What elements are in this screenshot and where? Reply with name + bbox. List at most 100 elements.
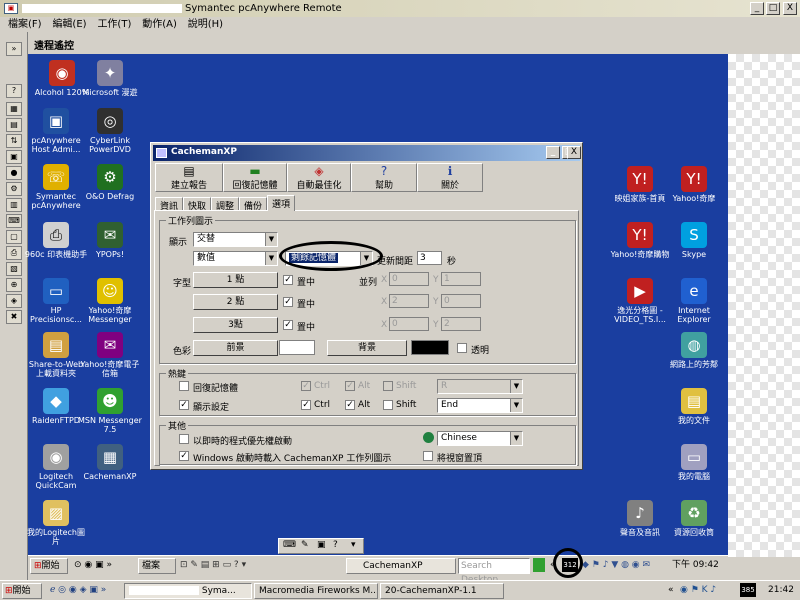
- remote-start-button[interactable]: ⊞開始: [30, 558, 68, 574]
- screen-icon[interactable]: ▣: [6, 150, 22, 164]
- center-1-checkbox[interactable]: ✓: [283, 275, 293, 285]
- desktop-icon-network[interactable]: ◍ 網路上的芳鄰: [662, 332, 726, 369]
- session-icon[interactable]: ▦: [6, 102, 22, 116]
- toolbar-auto-optimize-button[interactable]: ◈ 自動最佳化: [287, 163, 351, 192]
- keyboard-icon[interactable]: ⌨: [283, 540, 296, 550]
- settings-icon[interactable]: ⚙: [6, 182, 22, 196]
- font-3-button[interactable]: 3點: [193, 317, 278, 333]
- y-spinner-3[interactable]: 2: [441, 317, 481, 331]
- zoom-icon[interactable]: ⊕: [6, 278, 22, 292]
- foreground-swatch[interactable]: [279, 340, 315, 355]
- chevron-down-icon[interactable]: ▾: [351, 540, 356, 550]
- menu-actions[interactable]: 動作(A): [142, 17, 177, 32]
- toolbar-recover-memory-button[interactable]: ▬ 回復記憶體: [223, 163, 287, 192]
- toolbar-icons[interactable]: ⊡ ✎ ▤ ⊞ ▭ ? ▾: [180, 558, 246, 574]
- desktop-icon-ms-agent[interactable]: ✦ Microsoft 漫遊: [78, 60, 142, 97]
- font-2-button[interactable]: 2 點: [193, 294, 278, 310]
- realtime-priority-checkbox[interactable]: [179, 434, 189, 444]
- end-session-icon[interactable]: ✖: [6, 310, 22, 324]
- hotkey-1-ctrl-checkbox[interactable]: ✓: [301, 381, 311, 391]
- local-task-pcanywhere[interactable]: Syma...: [124, 583, 252, 599]
- startup-load-checkbox[interactable]: ✓: [179, 451, 189, 461]
- close-button[interactable]: X: [783, 2, 797, 15]
- show-settings-hotkey-checkbox[interactable]: ✓: [179, 400, 189, 410]
- y-spinner-2[interactable]: 0: [441, 294, 481, 308]
- local-task-folder[interactable]: 20-CachemanXP-1.1: [380, 583, 504, 599]
- search-desktop-input[interactable]: Search Desktop: [458, 558, 530, 585]
- desktop-icon-ypops[interactable]: ✉ YPOPs!: [78, 222, 142, 259]
- number-type-select[interactable]: 數值 ▼: [193, 251, 278, 266]
- recover-memory-hotkey-checkbox[interactable]: [179, 381, 189, 391]
- toolbar-about-button[interactable]: ℹ 關於: [417, 163, 483, 192]
- local-task-fireworks[interactable]: Macromedia Fireworks M...: [254, 583, 378, 599]
- hotkey-1-alt-checkbox[interactable]: ✓: [345, 381, 355, 391]
- hotkey-2-ctrl-checkbox[interactable]: ✓: [301, 400, 311, 410]
- print-icon[interactable]: ⎙: [6, 246, 22, 260]
- desktop-icon-logitech-pictures[interactable]: ▨ 我的Logitech圖片: [24, 500, 88, 546]
- dialog-minimize-button[interactable]: _: [546, 146, 560, 159]
- menu-tasks[interactable]: 工作(T): [97, 17, 131, 32]
- desktop-icon-my-computer[interactable]: ▭ 我的電腦: [662, 444, 726, 481]
- desktop-icon-yahoo[interactable]: Y! Yahoo!奇摩: [662, 166, 726, 203]
- desktop-icon-yahoo-messenger[interactable]: ☺ Yahoo!奇摩 Messenger: [78, 278, 142, 324]
- tab-options[interactable]: 選項: [267, 195, 296, 211]
- y-spinner-1[interactable]: 1: [441, 272, 481, 286]
- desktop-icon-ie[interactable]: e Internet Explorer: [662, 278, 726, 324]
- expand-icon[interactable]: »: [6, 42, 22, 56]
- record-icon[interactable]: ●: [6, 166, 22, 180]
- tray-icons[interactable]: ◆ ⚑ ♪ ▼ ◍ ◉ ✉: [582, 558, 650, 574]
- tab-cache[interactable]: 快取: [183, 197, 212, 212]
- minimize-button[interactable]: _: [750, 2, 764, 15]
- monitor-icon[interactable]: ▢: [6, 230, 22, 244]
- transparent-checkbox[interactable]: [457, 343, 467, 353]
- transfer-icon[interactable]: ⇅: [6, 134, 22, 148]
- menu-help[interactable]: 說明(H): [188, 17, 223, 32]
- center-2-checkbox[interactable]: ✓: [283, 297, 293, 307]
- hotkey-2-alt-checkbox[interactable]: ✓: [345, 400, 355, 410]
- toolbar-help-button[interactable]: ? 幫助: [351, 163, 417, 192]
- always-on-top-checkbox[interactable]: [423, 451, 433, 461]
- search-go-icon[interactable]: [533, 558, 545, 572]
- center-3-checkbox[interactable]: ✓: [283, 320, 293, 330]
- x-spinner-1[interactable]: 0: [389, 272, 429, 286]
- desktop-icon-my-documents[interactable]: ▤ 我的文件: [662, 388, 726, 425]
- pen-icon[interactable]: ✎: [301, 540, 309, 550]
- font-1-button[interactable]: 1 點: [193, 272, 278, 288]
- x-spinner-2[interactable]: 2: [389, 294, 429, 308]
- foreground-button[interactable]: 前景: [193, 340, 278, 356]
- ctrl-alt-del-icon[interactable]: ◈: [6, 294, 22, 308]
- desktop-icon-skype[interactable]: S Skype: [662, 222, 726, 259]
- keyboard-icon[interactable]: ⌨: [6, 214, 22, 228]
- help-icon[interactable]: ?: [333, 540, 338, 550]
- maximize-button[interactable]: □: [766, 2, 780, 15]
- hotkey-2-shift-checkbox[interactable]: [383, 400, 393, 410]
- remote-task-file[interactable]: 檔案: [138, 558, 176, 574]
- local-start-button[interactable]: ⊞開始: [2, 583, 42, 599]
- hotkey-1-shift-checkbox[interactable]: [383, 381, 393, 391]
- hotkey-2-key-select[interactable]: End ▼: [437, 398, 523, 413]
- chevron-left-icon[interactable]: «: [668, 583, 674, 599]
- toolbar-create-report-button[interactable]: ▤ 建立報告: [155, 163, 223, 192]
- menu-edit[interactable]: 編輯(E): [52, 17, 86, 32]
- display-mode-select[interactable]: 交替 ▼: [193, 232, 278, 247]
- interval-spinner[interactable]: 3: [417, 251, 442, 265]
- desktop-icon-cacheman[interactable]: ▦ CachemanXP: [78, 444, 142, 481]
- monitor-icon[interactable]: ▣: [317, 540, 326, 550]
- quicklaunch-icon[interactable]: ⊙ ◉ ▣ »: [74, 558, 112, 574]
- remote-task-cacheman[interactable]: CachemanXP: [346, 558, 456, 574]
- quicklaunch-icon[interactable]: ℯ ◎ ◉ ◈ ▣ »: [50, 583, 106, 599]
- chat-icon[interactable]: ▤: [6, 118, 22, 132]
- language-select[interactable]: Chinese ▼: [437, 431, 523, 446]
- tab-info[interactable]: 資訊: [155, 197, 184, 212]
- hotkey-1-key-select[interactable]: R ▼: [437, 379, 523, 394]
- desktop-icon-recycle-bin[interactable]: ♻ 資源回收筒: [662, 500, 726, 537]
- background-button[interactable]: 背景: [327, 340, 407, 356]
- desktop-icon-powerdvd[interactable]: ◎ CyberLink PowerDVD: [78, 108, 142, 154]
- tab-backup[interactable]: 備份: [239, 197, 268, 212]
- file-icon[interactable]: ▧: [6, 262, 22, 276]
- tray-icons[interactable]: ◉ ⚑ K ♪: [680, 583, 716, 599]
- clipboard-icon[interactable]: ▥: [6, 198, 22, 212]
- cacheman-tray-badge[interactable]: 385: [740, 583, 756, 597]
- dialog-close-button[interactable]: X: [567, 146, 581, 159]
- desktop-icon-yahoo-mail[interactable]: ✉ Yahoo!奇摩電子信箱: [78, 332, 142, 378]
